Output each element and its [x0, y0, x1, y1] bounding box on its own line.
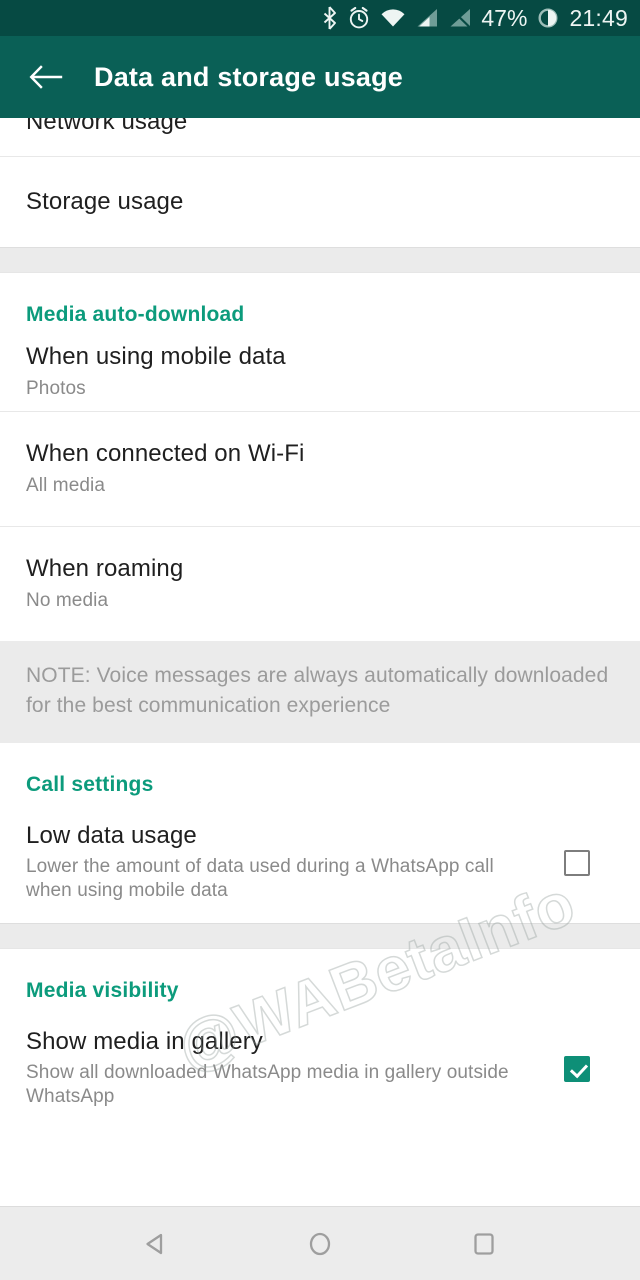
no-sim-signal-icon [448, 6, 472, 30]
android-nav-bar [0, 1206, 640, 1280]
battery-percent: 47% [481, 7, 527, 30]
row-title: Show media in gallery [26, 1028, 542, 1056]
row-title: When roaming [26, 555, 614, 583]
list-item-storage-usage[interactable]: Storage usage [0, 157, 640, 247]
row-subtitle: Lower the amount of data used during a W… [26, 855, 542, 904]
row-title: Storage usage [26, 188, 614, 216]
row-title: When using mobile data [26, 343, 614, 371]
list-item-when-connected-on-wifi[interactable]: When connected on Wi-Fi All media [0, 412, 640, 526]
list-item-low-data-usage[interactable]: Low data usage Lower the amount of data … [0, 803, 640, 923]
status-bar-clock: 21:49 [569, 7, 628, 30]
row-title: Network usage [26, 118, 187, 136]
show-media-in-gallery-checkbox[interactable] [564, 1056, 590, 1082]
back-arrow-icon [29, 62, 63, 92]
list-item-when-using-mobile-data[interactable]: When using mobile data Photos [0, 333, 640, 411]
signal-icon [415, 6, 439, 30]
section-header-call-settings: Call settings [0, 743, 640, 803]
low-data-usage-checkbox[interactable] [564, 850, 590, 876]
list-item-show-media-in-gallery[interactable]: Show media in gallery Show all downloade… [0, 1009, 640, 1129]
settings-scroll-area[interactable]: Network usage Storage usage Media auto-d… [0, 118, 640, 1206]
recents-square-icon [469, 1229, 499, 1259]
status-bar: 47% 21:49 [0, 0, 640, 36]
section-separator [0, 247, 640, 273]
nav-back-button[interactable] [129, 1217, 183, 1271]
row-title: Low data usage [26, 822, 542, 850]
row-subtitle: Show all downloaded WhatsApp media in ga… [26, 1061, 542, 1110]
back-triangle-icon [141, 1229, 171, 1259]
back-button[interactable] [26, 57, 66, 97]
wifi-icon [380, 6, 406, 30]
section-header-media-visibility: Media visibility [0, 949, 640, 1009]
list-item-network-usage[interactable]: Network usage [0, 118, 640, 156]
alarm-icon [347, 6, 371, 30]
section-separator [0, 923, 640, 949]
section-header-media-auto-download: Media auto-download [0, 273, 640, 333]
row-subtitle: All media [26, 474, 614, 498]
nav-home-button[interactable] [293, 1217, 347, 1271]
list-item-when-roaming[interactable]: When roaming No media [0, 527, 640, 641]
row-title: When connected on Wi-Fi [26, 440, 614, 468]
row-subtitle: No media [26, 589, 614, 613]
battery-circle-icon [536, 6, 560, 30]
row-subtitle: Photos [26, 377, 614, 401]
home-circle-icon [305, 1229, 335, 1259]
page-title: Data and storage usage [94, 62, 403, 93]
app-bar: Data and storage usage [0, 36, 640, 118]
auto-download-note: NOTE: Voice messages are always automati… [0, 641, 640, 743]
nav-recents-button[interactable] [457, 1217, 511, 1271]
phone-screen: 47% 21:49 Data and storage usage Network… [0, 0, 640, 1280]
bluetooth-icon [321, 6, 338, 30]
